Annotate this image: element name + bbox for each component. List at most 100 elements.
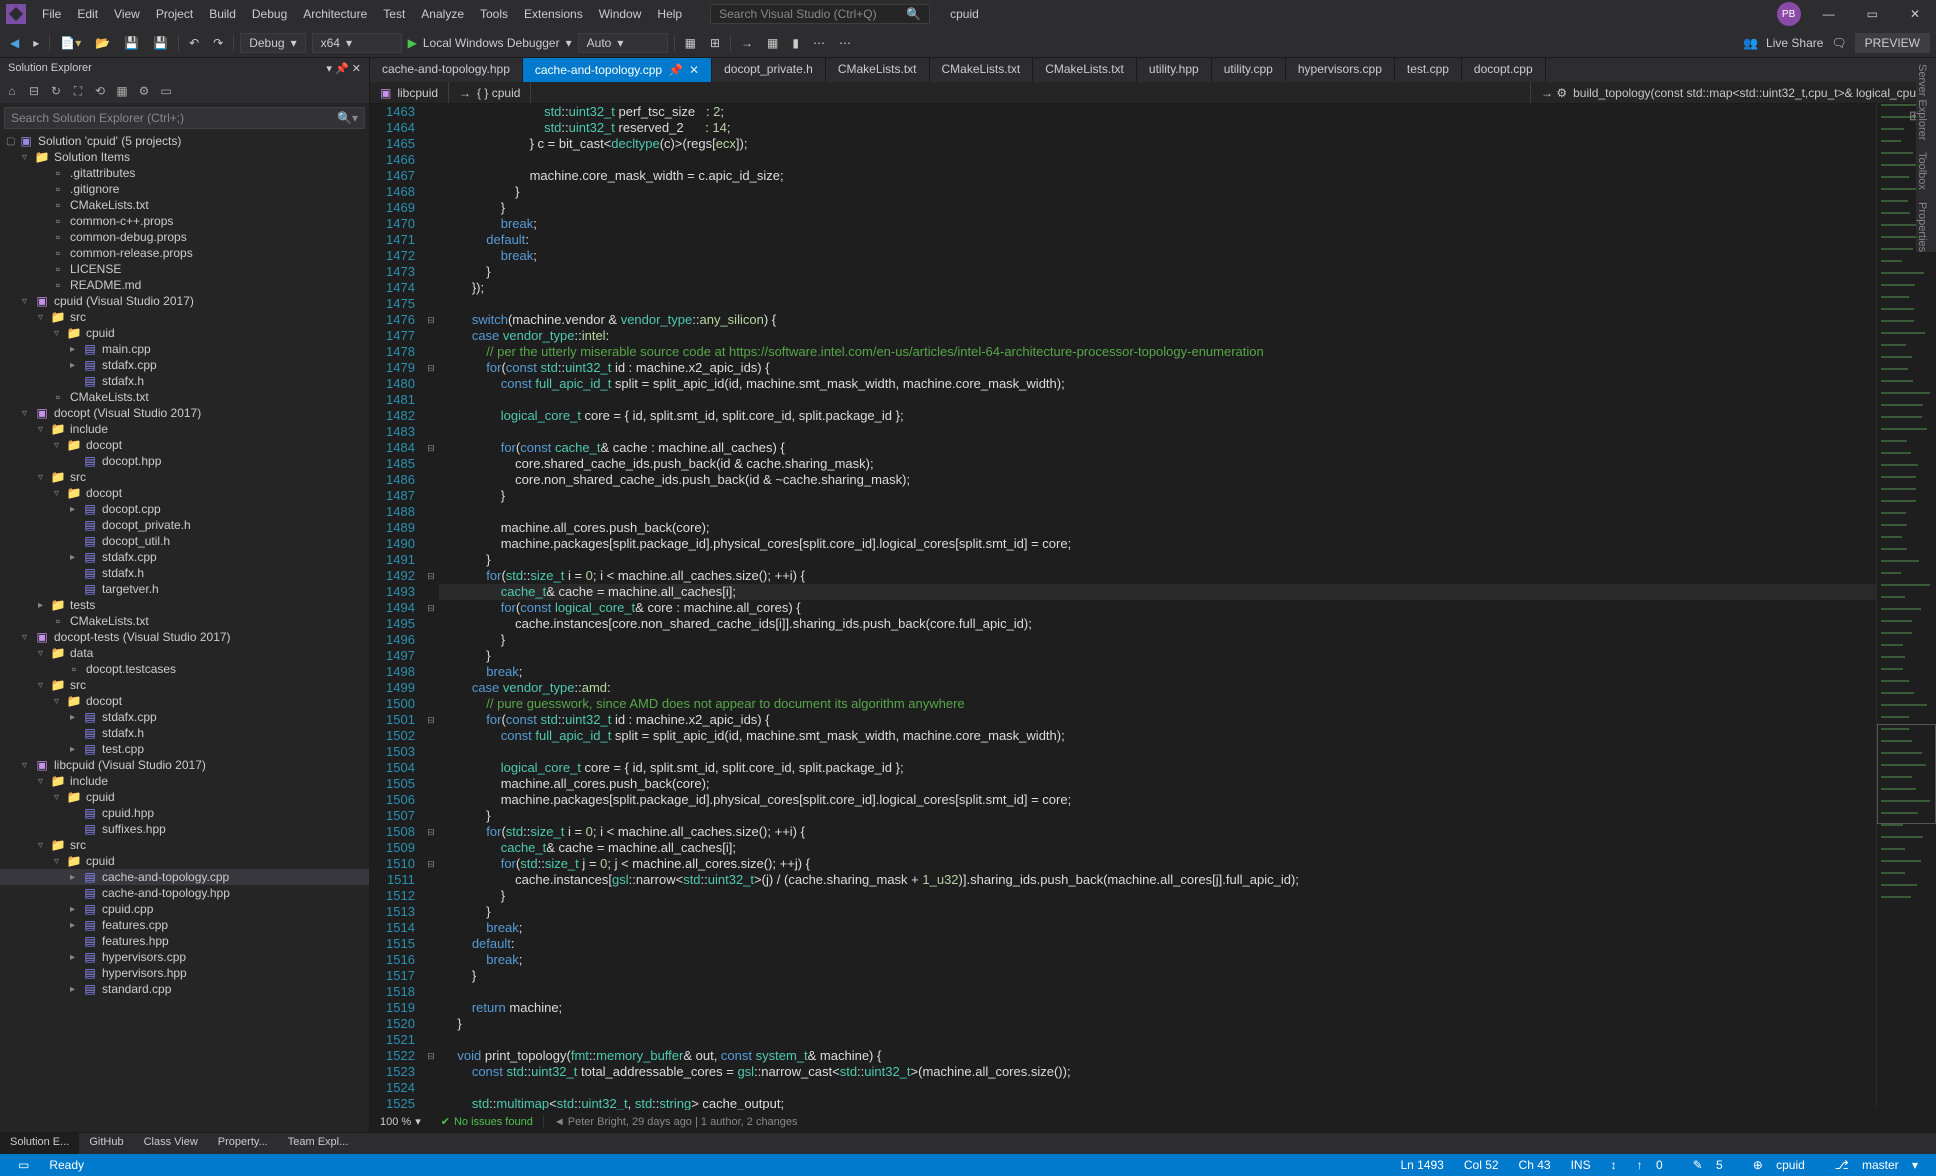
tree-row[interactable]: ▫LICENSE <box>0 261 369 277</box>
panel-tab[interactable]: GitHub <box>79 1133 133 1154</box>
tb-icon-6[interactable]: ⋯ <box>809 34 829 52</box>
tree-row[interactable]: ▸▤cpuid.cpp <box>0 901 369 917</box>
close-button[interactable]: ✕ <box>1900 3 1930 25</box>
showall-icon[interactable]: ▦ <box>114 83 130 99</box>
nav-function[interactable]: → ⚙build_topology(const std::map<std::ui… <box>1530 82 1936 103</box>
tree-row[interactable]: ▤stdafx.h <box>0 373 369 389</box>
tree-row[interactable]: ▸▤main.cpp <box>0 341 369 357</box>
redo-button[interactable]: ↷ <box>209 34 227 52</box>
filter-icon[interactable]: ⛶ <box>70 83 86 99</box>
status-branch[interactable]: ⎇ master ▾ <box>1825 1158 1928 1172</box>
menu-help[interactable]: Help <box>649 3 690 25</box>
tree-row[interactable]: ▤targetver.h <box>0 581 369 597</box>
menu-debug[interactable]: Debug <box>244 3 295 25</box>
tree-row[interactable]: ▿📁src <box>0 837 369 853</box>
tree-row[interactable]: ▸▤standard.cpp <box>0 981 369 997</box>
editor-tab[interactable]: CMakeLists.txt <box>930 58 1034 82</box>
minimize-button[interactable]: — <box>1813 3 1845 25</box>
tree-row[interactable]: ▤stdafx.h <box>0 565 369 581</box>
editor-tab[interactable]: test.cpp <box>1395 58 1462 82</box>
tool-server-explorer[interactable]: Server Explorer <box>1916 64 1936 140</box>
tree-row[interactable]: ▿📁docopt <box>0 437 369 453</box>
tree-row[interactable]: ▿▣libcpuid (Visual Studio 2017) <box>0 757 369 773</box>
tree-row[interactable]: ▿▣docopt (Visual Studio 2017) <box>0 405 369 421</box>
tree-row[interactable]: ▸▤hypervisors.cpp <box>0 949 369 965</box>
tree-row[interactable]: ▿📁src <box>0 309 369 325</box>
tree-row[interactable]: ▿📁data <box>0 645 369 661</box>
tree-row[interactable]: ▿▣cpuid (Visual Studio 2017) <box>0 293 369 309</box>
start-debug-button[interactable]: ▶ Local Windows Debugger▾ <box>408 36 572 50</box>
tree-row[interactable]: ▫CMakeLists.txt <box>0 197 369 213</box>
maximize-button[interactable]: ▭ <box>1857 3 1888 25</box>
platform-dropdown[interactable]: x64▾ <box>312 33 402 53</box>
nav-back-button[interactable]: ◀ <box>6 34 23 52</box>
open-button[interactable]: 📂 <box>91 34 114 52</box>
feedback-icon[interactable]: 🗨 <box>1831 36 1846 50</box>
tree-row[interactable]: ▿📁src <box>0 677 369 693</box>
tree-row[interactable]: ▸▤docopt.cpp <box>0 501 369 517</box>
tree-row[interactable]: ▿📁docopt <box>0 485 369 501</box>
panel-tab[interactable]: Team Expl... <box>278 1133 359 1154</box>
editor-tab[interactable]: docopt_private.h <box>712 58 826 82</box>
menu-architecture[interactable]: Architecture <box>295 3 375 25</box>
tree-row[interactable]: ▫common-debug.props <box>0 229 369 245</box>
global-search[interactable]: Search Visual Studio (Ctrl+Q) 🔍 <box>710 4 930 24</box>
code-editor[interactable]: 1463146414651466146714681469147014711472… <box>370 104 1936 1110</box>
tree-row[interactable]: ▿📁src <box>0 469 369 485</box>
tree-row[interactable]: ▫.gitignore <box>0 181 369 197</box>
menu-test[interactable]: Test <box>375 3 413 25</box>
tree-row[interactable]: ▤suffixes.hpp <box>0 821 369 837</box>
tree-row[interactable]: ▿📁docopt <box>0 693 369 709</box>
save-all-button[interactable]: 💾 <box>149 34 172 52</box>
panel-tab[interactable]: Class View <box>134 1133 208 1154</box>
solexp-search[interactable]: Search Solution Explorer (Ctrl+;)🔍▾ <box>4 107 365 129</box>
tree-row[interactable]: ▸📁tests <box>0 597 369 613</box>
config-dropdown[interactable]: Debug▾ <box>240 33 305 53</box>
menu-project[interactable]: Project <box>148 3 201 25</box>
tool-toolbox[interactable]: Toolbox <box>1916 152 1936 190</box>
menu-analyze[interactable]: Analyze <box>413 3 472 25</box>
status-up[interactable]: ↑ 0 <box>1627 1158 1683 1172</box>
save-button[interactable]: 💾 <box>120 34 143 52</box>
nav-namespace[interactable]: →{ } cpuid <box>449 82 531 103</box>
menu-window[interactable]: Window <box>591 3 650 25</box>
menu-view[interactable]: View <box>106 3 148 25</box>
editor-tab[interactable]: utility.hpp <box>1137 58 1212 82</box>
issues-status[interactable]: ✔No issues found <box>431 1115 543 1128</box>
tree-row[interactable]: ▫CMakeLists.txt <box>0 613 369 629</box>
sync-icon[interactable]: ⟲ <box>92 83 108 99</box>
menu-edit[interactable]: Edit <box>69 3 106 25</box>
menu-file[interactable]: File <box>34 3 69 25</box>
menu-extensions[interactable]: Extensions <box>516 3 591 25</box>
tree-row[interactable]: ▫CMakeLists.txt <box>0 389 369 405</box>
refresh-icon[interactable]: ↻ <box>48 83 64 99</box>
tree-row[interactable]: ▤docopt_util.h <box>0 533 369 549</box>
tb-icon-1[interactable]: ▦ <box>681 34 700 52</box>
tree-row[interactable]: ▿📁cpuid <box>0 789 369 805</box>
tree-row[interactable]: ▸▤stdafx.cpp <box>0 549 369 565</box>
solexp-dropdown-icon[interactable]: ▾ <box>326 63 332 75</box>
tb-icon-3[interactable]: → <box>737 34 757 52</box>
editor-tab[interactable]: hypervisors.cpp <box>1286 58 1395 82</box>
liveshare-icon[interactable]: 👥 <box>1743 36 1758 50</box>
tree-row[interactable]: ▤docopt.hpp <box>0 453 369 469</box>
tb-icon-4[interactable]: ▦ <box>763 34 782 52</box>
tree-row[interactable]: ▤features.hpp <box>0 933 369 949</box>
editor-tab[interactable]: cache-and-topology.hpp <box>370 58 523 82</box>
menu-tools[interactable]: Tools <box>472 3 516 25</box>
tree-row[interactable]: ▫common-c++.props <box>0 213 369 229</box>
tree-row[interactable]: ▿📁include <box>0 421 369 437</box>
zoom-dropdown[interactable]: 100 %▾ <box>370 1115 431 1128</box>
solexp-pin-icon[interactable]: 📌 <box>335 63 349 75</box>
tree-row[interactable]: ▿📁cpuid <box>0 853 369 869</box>
tree-row[interactable]: ▸▤stdafx.cpp <box>0 709 369 725</box>
tree-row[interactable]: ▫common-release.props <box>0 245 369 261</box>
tree-row[interactable]: ▿📁Solution Items <box>0 149 369 165</box>
new-item-button[interactable]: 📄▾ <box>56 34 85 52</box>
sol-config-dropdown[interactable]: Auto▾ <box>578 33 668 53</box>
tree-row[interactable]: ▸▤cache-and-topology.cpp <box>0 869 369 885</box>
solution-tree[interactable]: ▢▣Solution 'cpuid' (5 projects)▿📁Solutio… <box>0 133 369 1132</box>
nav-scope[interactable]: ▣libcpuid <box>370 82 449 103</box>
preview-icon[interactable]: ▭ <box>158 83 174 99</box>
tb-icon-2[interactable]: ⊞ <box>706 34 724 52</box>
